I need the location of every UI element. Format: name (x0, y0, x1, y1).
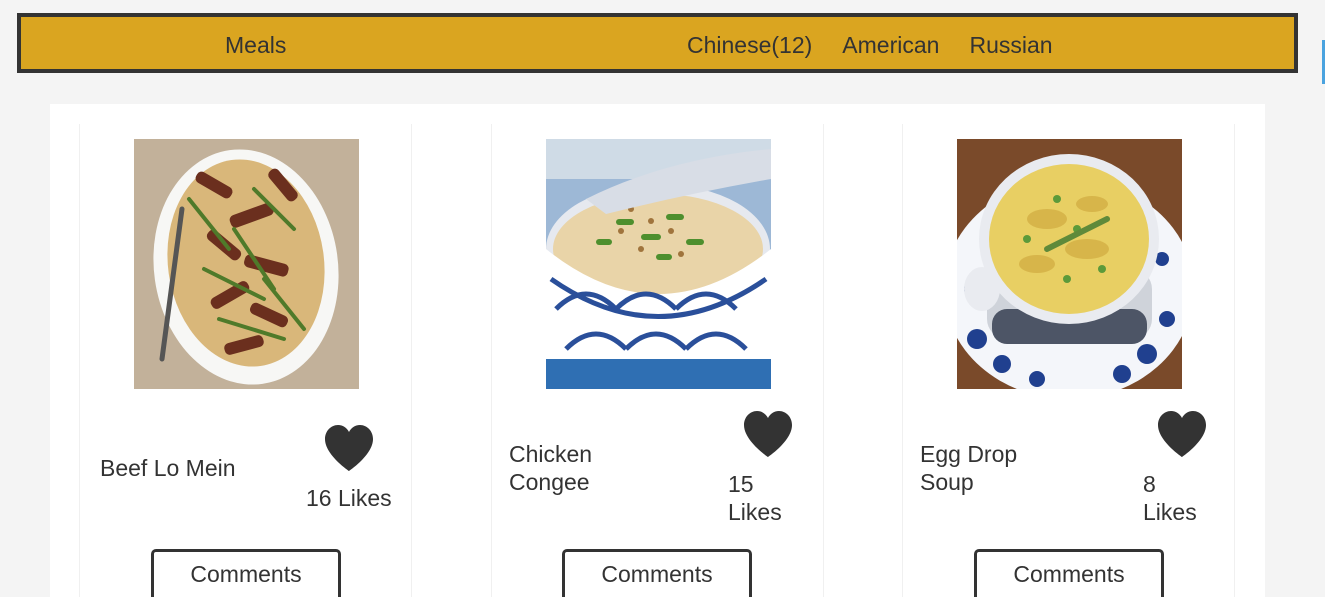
meal-name: Chicken Congee (509, 441, 593, 495)
top-navbar: Meals Chinese(12) American Russian (17, 13, 1298, 73)
chicken-congee-photo (546, 139, 771, 389)
likes-text: 15 Likes (728, 470, 798, 526)
likes-label: Likes (1143, 499, 1197, 525)
heart-icon[interactable] (742, 410, 794, 458)
egg-drop-soup-photo (957, 139, 1182, 389)
nav-links: Chinese(12) American Russian (687, 32, 1053, 59)
heart-icon[interactable] (323, 424, 375, 472)
nav-link-american[interactable]: American (842, 32, 939, 59)
beef-lo-mein-photo (134, 139, 359, 389)
meals-panel: Beef Lo Mein 16 Likes Comments Chicken C… (50, 104, 1265, 597)
nav-link-chinese[interactable]: Chinese(12) (687, 32, 812, 59)
comments-button[interactable]: Comments (974, 549, 1164, 597)
comments-button[interactable]: Comments (151, 549, 341, 597)
meal-card-chicken-congee: Chicken Congee 15 Likes Comments (491, 124, 824, 597)
likes-label: Likes (728, 499, 782, 525)
heart-icon[interactable] (1156, 410, 1208, 458)
nav-brand-meals[interactable]: Meals (225, 32, 286, 59)
meal-card-beef-lo-mein: Beef Lo Mein 16 Likes Comments (79, 124, 412, 597)
likes-text: 8 Likes (1143, 470, 1205, 526)
likes-count: 15 (728, 471, 754, 497)
meal-name: Beef Lo Mein (100, 455, 236, 481)
likes-count: 16 (306, 485, 332, 511)
meal-card-egg-drop-soup: Egg Drop Soup 8 Likes Comments (902, 124, 1235, 597)
meal-name: Egg Drop Soup (920, 441, 1018, 495)
likes-text: 16 Likes (306, 484, 392, 512)
comments-button[interactable]: Comments (562, 549, 752, 597)
nav-link-russian[interactable]: Russian (969, 32, 1052, 59)
likes-count: 8 (1143, 471, 1156, 497)
likes-label: Likes (337, 485, 392, 511)
